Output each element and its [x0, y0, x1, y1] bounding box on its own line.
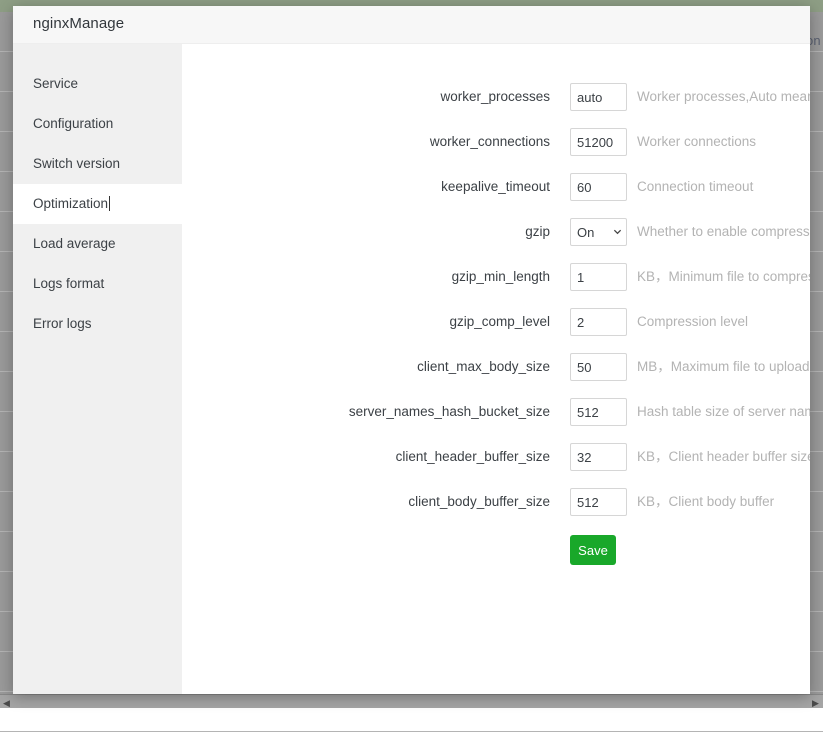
- sidebar-item-optimization[interactable]: Optimization: [13, 184, 182, 224]
- hint-client_body_buffer_size: KB，Client body buffer: [637, 488, 774, 516]
- form-row-gzip_comp_level: gzip_comp_level Compression level: [182, 308, 810, 336]
- modal-body: Service Configuration Switch version Optimi…: [13, 44, 810, 694]
- hint-gzip: Whether to enable compressed transmissio…: [637, 218, 810, 246]
- sidebar-item-label: Error logs: [33, 316, 92, 331]
- hint-client_header_buffer_size: KB，Client header buffer size: [637, 443, 810, 471]
- control-wrapper-gzip_min_length: [570, 263, 627, 291]
- label-keepalive_timeout: keepalive_timeout: [182, 173, 550, 201]
- sidebar-item-label: Optimization: [33, 196, 108, 211]
- input-client_header_buffer_size[interactable]: [570, 443, 627, 471]
- input-client_body_buffer_size[interactable]: [570, 488, 627, 516]
- form-row-client_header_buffer_size: client_header_buffer_size KB，Client heade…: [182, 443, 810, 471]
- label-client_body_buffer_size: client_body_buffer_size: [182, 488, 550, 516]
- control-wrapper-worker_processes: [570, 83, 627, 111]
- modal-header: nginxManage: [13, 6, 810, 44]
- control-wrapper-server_names_hash_bucket_size: [570, 398, 627, 426]
- sidebar-item-load-average[interactable]: Load average: [13, 224, 182, 264]
- input-keepalive_timeout[interactable]: [570, 173, 627, 201]
- label-gzip: gzip: [182, 218, 550, 246]
- form-row-worker_processes: worker_processes Worker processes,Auto me…: [182, 83, 810, 111]
- input-worker_processes[interactable]: [570, 83, 627, 111]
- control-wrapper-keepalive_timeout: [570, 173, 627, 201]
- control-wrapper-client_max_body_size: [570, 353, 627, 381]
- input-worker_connections[interactable]: [570, 128, 627, 156]
- hint-worker_processes: Worker processes,Auto means automatic: [637, 83, 810, 111]
- sidebar-item-logs-format[interactable]: Logs format: [13, 264, 182, 304]
- sidebar-item-label: Logs format: [33, 276, 104, 291]
- optimization-form: Save worker_processes Worker processes,Au…: [182, 44, 810, 694]
- label-client_max_body_size: client_max_body_size: [182, 353, 550, 381]
- horizontal-scrollbar[interactable]: ◀ ▶: [0, 694, 823, 708]
- form-row-client_body_buffer_size: client_body_buffer_size KB，Client body bu…: [182, 488, 810, 516]
- sidebar-item-label: Service: [33, 76, 78, 91]
- label-client_header_buffer_size: client_header_buffer_size: [182, 443, 550, 471]
- label-gzip_comp_level: gzip_comp_level: [182, 308, 550, 336]
- sidebar-item-service[interactable]: Service: [13, 64, 182, 104]
- form-row-gzip: gzip OnOff Whether to enable compressed tr…: [182, 218, 810, 246]
- form-row-server_names_hash_bucket_size: server_names_hash_bucket_size Hash table …: [182, 398, 810, 426]
- input-server_names_hash_bucket_size[interactable]: [570, 398, 627, 426]
- label-server_names_hash_bucket_size: server_names_hash_bucket_size: [182, 398, 550, 426]
- sidebar: Service Configuration Switch version Optimi…: [13, 44, 182, 694]
- page-title: nginxManage: [33, 15, 124, 32]
- control-wrapper-gzip_comp_level: [570, 308, 627, 336]
- label-gzip_min_length: gzip_min_length: [182, 263, 550, 291]
- nginx-manage-modal: nginxManage Service Configuration Switch v…: [13, 6, 810, 694]
- sidebar-item-label: Switch version: [33, 156, 120, 171]
- hint-gzip_min_length: KB，Minimum file to compress: [637, 263, 810, 291]
- sidebar-item-switch-version[interactable]: Switch version: [13, 144, 182, 184]
- control-wrapper-client_header_buffer_size: [570, 443, 627, 471]
- sidebar-item-configuration[interactable]: Configuration: [13, 104, 182, 144]
- hint-keepalive_timeout: Connection timeout: [637, 173, 753, 201]
- sidebar-item-label: Configuration: [33, 116, 113, 131]
- hint-server_names_hash_bucket_size: Hash table size of server name: [637, 398, 810, 426]
- form-row-gzip_min_length: gzip_min_length KB，Minimum file to compre…: [182, 263, 810, 291]
- input-gzip_comp_level[interactable]: [570, 308, 627, 336]
- sidebar-item-label: Load average: [33, 236, 116, 251]
- form-row-worker_connections: worker_connections Worker connections: [182, 128, 810, 156]
- hint-worker_connections: Worker connections: [637, 128, 756, 156]
- scroll-right-arrow[interactable]: ▶: [812, 699, 820, 707]
- select-wrapper-gzip: OnOff: [570, 218, 627, 246]
- save-button[interactable]: Save: [570, 535, 616, 565]
- control-wrapper-client_body_buffer_size: [570, 488, 627, 516]
- text-cursor: [109, 196, 110, 211]
- label-worker_connections: worker_connections: [182, 128, 550, 156]
- control-wrapper-worker_connections: [570, 128, 627, 156]
- control-wrapper-gzip: OnOff: [570, 218, 627, 246]
- scroll-left-arrow[interactable]: ◀: [3, 699, 11, 707]
- hint-gzip_comp_level: Compression level: [637, 308, 748, 336]
- label-worker_processes: worker_processes: [182, 83, 550, 111]
- sidebar-item-error-logs[interactable]: Error logs: [13, 304, 182, 344]
- hint-client_max_body_size: MB，Maximum file to upload: [637, 353, 810, 381]
- form-row-client_max_body_size: client_max_body_size MB，Maximum file to u…: [182, 353, 810, 381]
- select-gzip[interactable]: OnOff: [570, 218, 627, 246]
- form-row-keepalive_timeout: keepalive_timeout Connection timeout: [182, 173, 810, 201]
- input-gzip_min_length[interactable]: [570, 263, 627, 291]
- input-client_max_body_size[interactable]: [570, 353, 627, 381]
